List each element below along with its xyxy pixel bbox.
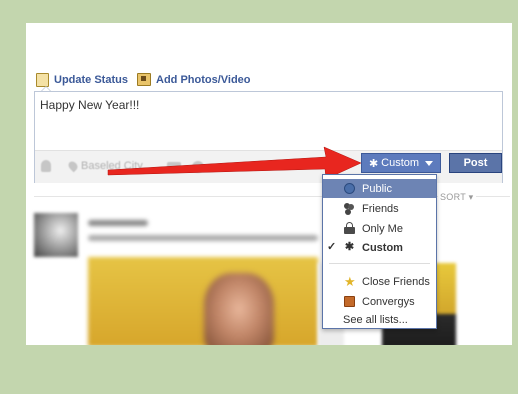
tag-friends-icon[interactable] [41,160,51,172]
avatar[interactable] [34,213,78,257]
update-status-label: Update Status [54,74,128,86]
post-button[interactable]: Post [449,153,502,173]
audience-selector-button[interactable]: ✱ Custom [361,153,441,173]
photo-icon [137,73,151,86]
menu-item-only-me[interactable]: Only Me [323,219,436,238]
work-icon [344,296,355,307]
blurred-post-text [88,235,318,241]
menu-item-label: Custom [362,241,403,254]
gear-icon: ✱ [368,157,379,170]
screenshot-area: Update Status Add Photos/Video Happy New… [26,23,512,345]
menu-item-label: Public [362,182,392,195]
blurred-photo [88,257,318,345]
menu-item-label: See all lists... [343,313,408,326]
menu-item-label: Close Friends [362,275,430,288]
globe-icon [344,183,355,194]
blurred-author-name [88,220,148,226]
location-icon[interactable] [66,159,80,173]
update-status-tab[interactable]: Update Status [36,73,128,87]
menu-item-friends[interactable]: Friends [323,199,436,218]
audience-dropdown: Public Friends Only Me ✓ ✱ Custom ★ Clos… [322,174,437,329]
status-input[interactable]: Happy New Year!!! [40,98,139,112]
menu-item-convergys[interactable]: Convergys [323,292,436,311]
feeling-icon[interactable] [192,161,204,173]
menu-item-see-all-lists[interactable]: See all lists... [323,310,436,329]
menu-item-public[interactable]: Public [323,179,436,198]
status-icon [36,73,49,87]
checkmark-icon: ✓ [327,241,337,253]
lock-icon [344,222,355,234]
camera-icon[interactable] [167,162,181,172]
menu-item-label: Friends [362,202,399,215]
menu-separator [329,263,430,264]
menu-item-label: Convergys [362,295,415,308]
menu-item-custom[interactable]: ✓ ✱ Custom [323,238,436,257]
friends-icon [344,203,355,214]
menu-item-label: Only Me [362,222,403,235]
location-label[interactable]: Baseled City [81,160,143,172]
add-photos-label: Add Photos/Video [156,73,251,86]
sort-menu[interactable]: SORT ▾ [438,192,476,203]
audience-selector-label: Custom [381,157,420,169]
chevron-down-icon [425,160,434,166]
blurred-face [204,273,274,345]
gear-icon: ✱ [344,241,355,253]
star-icon: ★ [344,274,356,289]
menu-item-close-friends[interactable]: ★ Close Friends [323,272,436,291]
add-photos-tab[interactable]: Add Photos/Video [137,73,251,86]
